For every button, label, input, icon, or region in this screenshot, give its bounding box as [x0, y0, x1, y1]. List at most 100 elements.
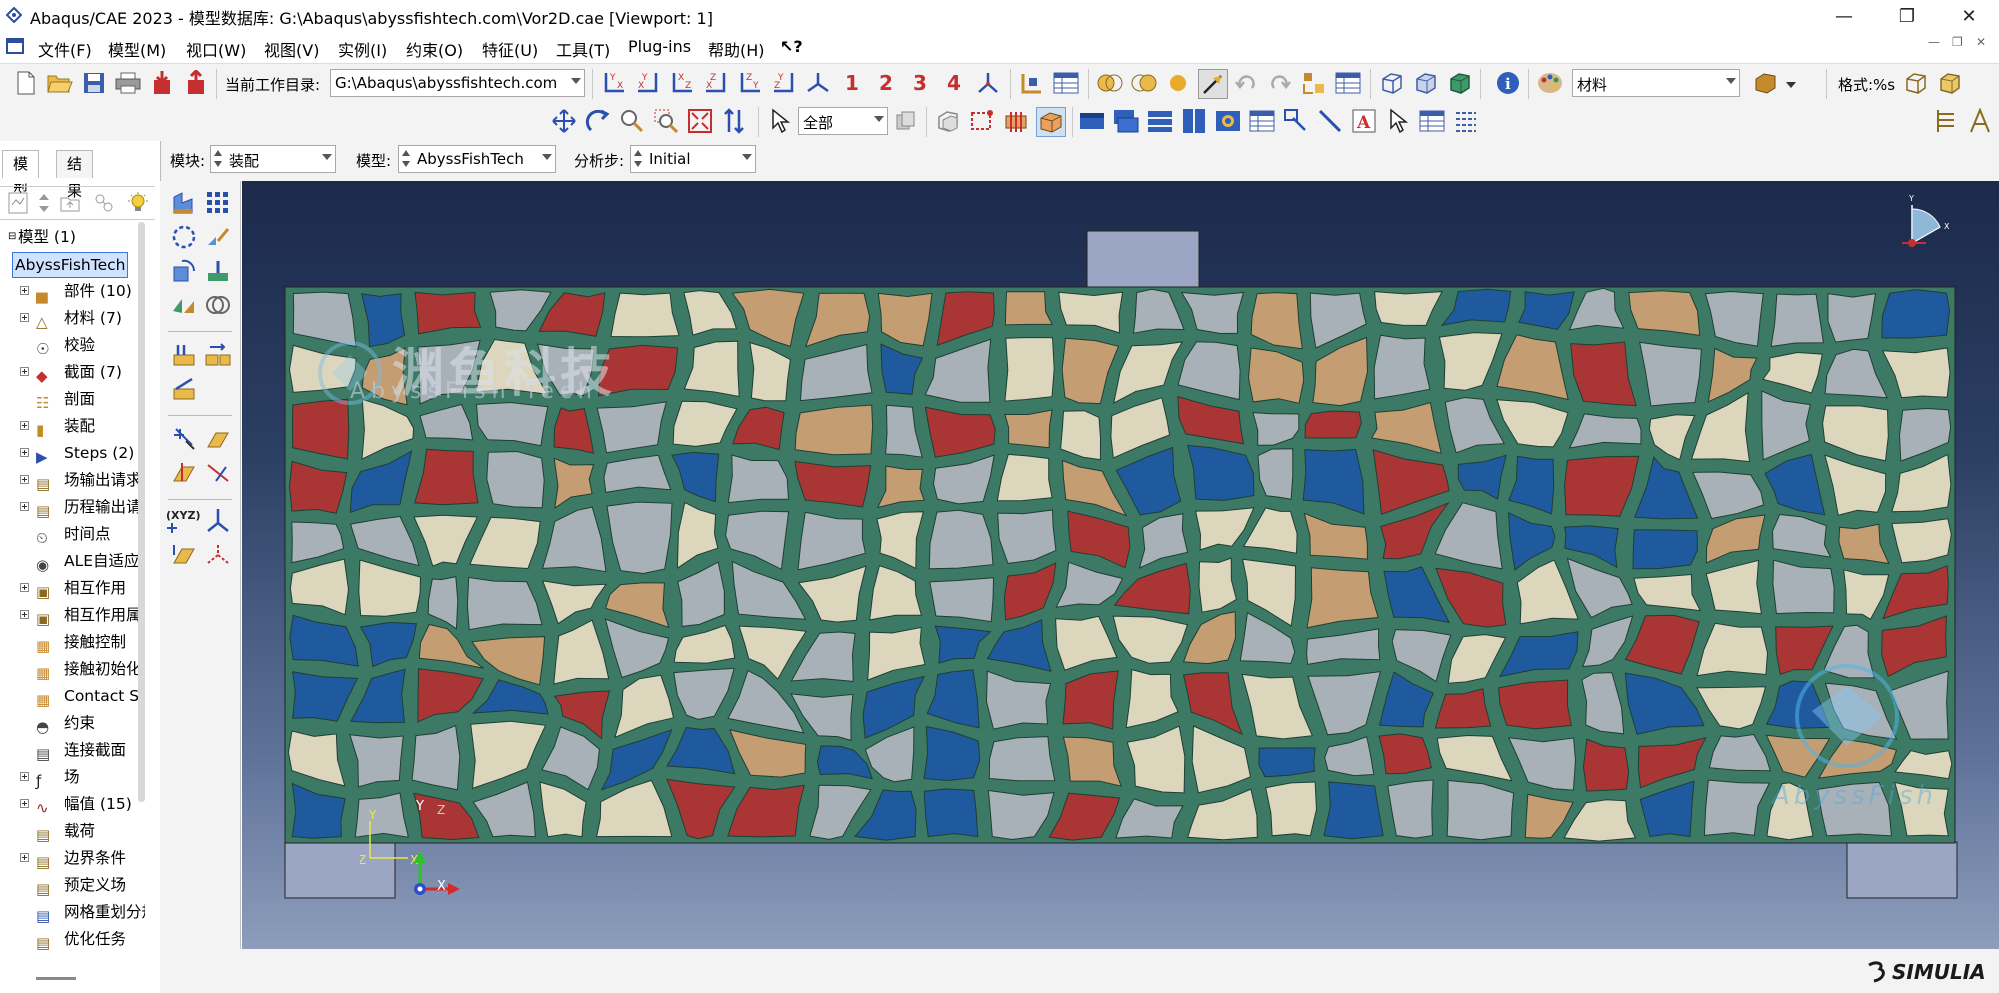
merge-cut-icon[interactable]	[170, 291, 198, 319]
saved-view-2[interactable]: 2	[879, 71, 893, 95]
display-table-icon[interactable]	[1334, 69, 1362, 97]
hidden-line-icon[interactable]	[1130, 69, 1158, 97]
menu-tools[interactable]: 工具(T)	[556, 37, 610, 61]
translate-to-icon[interactable]	[204, 257, 232, 285]
create-instance-icon[interactable]	[170, 189, 198, 217]
open-folder-icon[interactable]	[46, 69, 74, 97]
restore-button[interactable]: ❐	[1878, 0, 1936, 32]
grain-cell[interactable]	[486, 450, 545, 509]
replace-selected-icon[interactable]	[934, 107, 962, 135]
tree-parent-icon[interactable]	[56, 189, 84, 217]
toolbox-layout-icon[interactable]	[1932, 107, 1960, 135]
saved-view-1[interactable]: 1	[845, 71, 859, 95]
annotation-manager-icon[interactable]	[1418, 107, 1446, 135]
tree-updown-icon[interactable]	[30, 189, 58, 217]
display-group-1-icon[interactable]	[1078, 107, 1106, 135]
selection-filter-combo[interactable]: 全部	[798, 107, 888, 135]
saved-view-4[interactable]: 4	[947, 71, 961, 95]
grain-cell[interactable]	[1373, 334, 1431, 400]
boolean-icon[interactable]	[204, 291, 232, 319]
select-cursor-icon[interactable]	[766, 107, 794, 135]
assembly-display-icon[interactable]	[1300, 69, 1328, 97]
grain-cell[interactable]	[475, 401, 549, 447]
saved-view-3[interactable]: 3	[913, 71, 927, 95]
menu-viewport[interactable]: 视口(W)	[186, 37, 246, 61]
tree-expand-icon[interactable]	[90, 189, 118, 217]
grain-cell[interactable]	[596, 401, 668, 454]
format-label[interactable]: 格式:%s	[1838, 74, 1895, 95]
view-zx-icon[interactable]: XZ	[668, 69, 696, 97]
menu-instance[interactable]: 实例(I)	[338, 37, 387, 61]
grain-cell[interactable]	[988, 736, 1056, 782]
shaded-box-icon[interactable]	[1446, 69, 1474, 97]
expand-icon[interactable]	[20, 448, 29, 457]
hidden-icon[interactable]	[1412, 69, 1440, 97]
import-icon[interactable]	[148, 69, 176, 97]
grain-cell[interactable]	[1881, 289, 1951, 339]
grain-cell[interactable]	[1891, 518, 1952, 564]
legend-icon[interactable]	[1452, 107, 1480, 135]
display-group-3-icon[interactable]	[1146, 107, 1174, 135]
line-annotation-icon[interactable]	[1316, 107, 1344, 135]
tab-results[interactable]: 结果	[56, 150, 94, 200]
grain-cell[interactable]	[1632, 529, 1699, 570]
instance-display-icon[interactable]	[1036, 107, 1066, 137]
grain-cell[interactable]	[1378, 733, 1432, 775]
menu-model[interactable]: 模型(M)	[108, 37, 166, 61]
save-icon[interactable]	[80, 69, 108, 97]
collapse-icon[interactable]: ⊟	[8, 224, 16, 250]
annotation-table-icon[interactable]	[1248, 107, 1276, 135]
linear-pattern-icon[interactable]	[204, 189, 232, 217]
menu-help[interactable]: 帮助(H)	[708, 37, 765, 61]
color-mapping-icon[interactable]	[1752, 69, 1780, 97]
datum-3point-icon[interactable]	[204, 541, 232, 569]
datum-offset-icon[interactable]	[170, 541, 198, 569]
grain-cell[interactable]	[349, 734, 404, 788]
module-combo[interactable]: 装配	[210, 145, 336, 173]
color-code-combo[interactable]: 材料	[1572, 69, 1740, 97]
model-combo[interactable]: AbyssFishTech	[398, 145, 556, 173]
grain-cell[interactable]	[928, 509, 994, 570]
mdi-restore-button[interactable]: ❐	[1952, 35, 1963, 49]
grain-cell[interactable]	[1628, 290, 1701, 336]
grain-cell[interactable]	[411, 725, 461, 791]
tips-lightbulb-icon[interactable]	[124, 189, 152, 217]
grain-cell[interactable]	[1265, 781, 1318, 837]
grain-cell[interactable]	[610, 292, 680, 338]
datum-point-xyz-icon[interactable]: (XYZ)	[164, 507, 200, 535]
expand-icon[interactable]	[20, 583, 29, 592]
export-icon[interactable]	[182, 69, 210, 97]
right-support[interactable]	[1846, 841, 1958, 899]
render-style-icon[interactable]	[1096, 69, 1124, 97]
pointer-icon[interactable]	[1384, 107, 1412, 135]
display-group-4-icon[interactable]	[1180, 107, 1208, 135]
tree-horizontal-scrollbar[interactable]	[36, 977, 76, 980]
expand-icon[interactable]	[20, 799, 29, 808]
query-datum-icon[interactable]	[170, 425, 198, 453]
rotate-instance-icon[interactable]	[170, 257, 198, 285]
info-icon[interactable]: i	[1494, 69, 1522, 97]
grain-cell[interactable]	[1770, 293, 1824, 348]
tree-vertical-scrollbar[interactable]	[138, 222, 145, 802]
query-geometry-icon[interactable]	[1018, 69, 1046, 97]
datum-axis-icon[interactable]	[204, 459, 232, 487]
undo-icon[interactable]	[1232, 69, 1260, 97]
zoom-icon[interactable]	[618, 107, 646, 135]
view-xz-icon[interactable]: ZX	[702, 69, 730, 97]
box-zoom-icon[interactable]	[652, 107, 680, 135]
expand-icon[interactable]	[20, 502, 29, 511]
menu-view[interactable]: 视图(V)	[264, 37, 319, 61]
view-zy-icon[interactable]: YZ	[770, 69, 798, 97]
redo-icon[interactable]	[1266, 69, 1294, 97]
grain-cell[interactable]	[929, 577, 995, 623]
loading-plate[interactable]	[1086, 230, 1200, 290]
grain-cell[interactable]	[1062, 736, 1122, 787]
selection-options-icon[interactable]	[892, 107, 920, 135]
display-options-icon[interactable]	[1214, 107, 1242, 135]
tree-filter-icon[interactable]	[4, 189, 32, 217]
wireframe-icon[interactable]	[1378, 69, 1406, 97]
menu-plugins[interactable]: Plug-ins	[628, 37, 691, 56]
grain-cell[interactable]	[1258, 747, 1316, 778]
grain-cell[interactable]	[1323, 781, 1384, 840]
print-icon[interactable]	[114, 69, 142, 97]
